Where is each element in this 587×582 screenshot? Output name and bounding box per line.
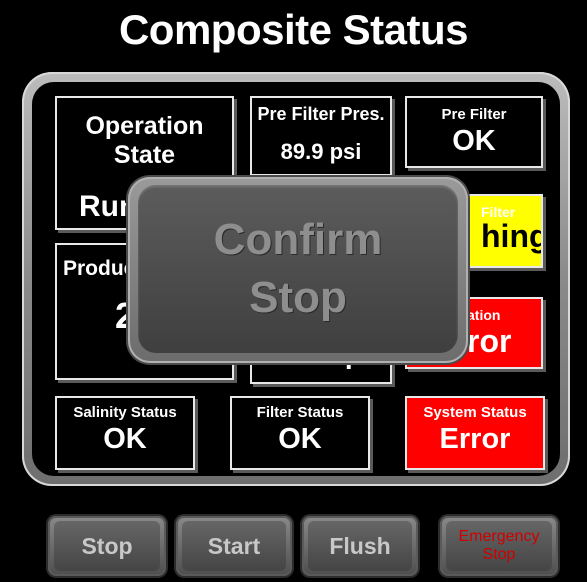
confirm-stop-dialog[interactable]: Confirm Stop — [128, 177, 468, 363]
confirm-stop-button[interactable]: Confirm Stop — [138, 185, 458, 353]
confirm-stop-line1: Confirm — [213, 215, 383, 264]
confirm-stop-line2: Stop — [249, 273, 347, 322]
filter-status-label: Filter Status — [256, 404, 344, 421]
salinity-status-tile: Salinity Status OK — [55, 396, 195, 470]
system-status-label: System Status — [423, 404, 527, 421]
start-button-label: Start — [207, 532, 261, 559]
filter-status-tile: Filter Status OK — [230, 396, 370, 470]
pre-filter-pressure-label: Pre Filter Pres. — [257, 104, 385, 124]
system-status-value: Error — [439, 423, 511, 455]
pre-filter-value: OK — [452, 125, 496, 157]
emergency-stop-button-face[interactable]: Emergency Stop — [446, 521, 552, 571]
salinity-status-value: OK — [103, 423, 147, 455]
page-title: Composite Status — [118, 6, 469, 53]
pre-filter-pressure-value: 89.9 psi — [280, 139, 362, 164]
emergency-stop-button[interactable]: Emergency Stop — [440, 516, 558, 576]
flush-button-label: Flush — [329, 532, 391, 559]
start-button-face[interactable]: Start — [182, 521, 286, 571]
flush-button-face[interactable]: Flush — [308, 521, 412, 571]
pre-filter-tile: Pre Filter OK — [405, 96, 543, 168]
pre-filter-label: Pre Filter — [441, 106, 507, 123]
salinity-status-label: Salinity Status — [73, 404, 177, 421]
pre-filter-pressure-tile: Pre Filter Pres. 89.9 psi — [250, 96, 392, 176]
flush-button[interactable]: Flush — [302, 516, 418, 576]
stop-button-face[interactable]: Stop — [54, 521, 160, 571]
system-status-tile: System Status Error — [405, 396, 545, 470]
operation-state-label: Operation State — [85, 112, 204, 169]
filter-status-value: OK — [278, 423, 322, 455]
stop-button-label: Stop — [81, 532, 133, 559]
stop-button[interactable]: Stop — [48, 516, 166, 576]
start-button[interactable]: Start — [176, 516, 292, 576]
emergency-stop-label-line2: Stop — [482, 546, 516, 563]
emergency-stop-label-line1: Emergency — [458, 528, 540, 545]
